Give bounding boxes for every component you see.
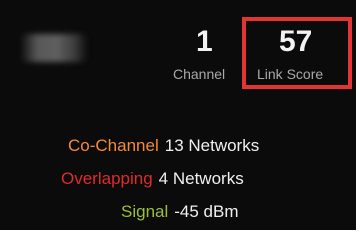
redacted-network-name <box>20 34 88 62</box>
metric-row-overlapping: Overlapping 4 Networks <box>61 169 244 189</box>
link-score-highlight <box>242 17 352 89</box>
channel-value: 1 <box>196 25 213 58</box>
metric-row-signal: Signal -45 dBm <box>121 202 239 222</box>
network-info-panel: 1 Channel 57 Link Score Co-Channel 13 Net… <box>0 0 360 230</box>
overlapping-value: 4 Networks <box>158 169 244 188</box>
co-channel-label: Co-Channel <box>68 136 159 155</box>
overlapping-label: Overlapping <box>61 169 153 188</box>
signal-label: Signal <box>121 202 169 221</box>
channel-label: Channel <box>173 66 226 82</box>
signal-value: -45 dBm <box>174 202 239 221</box>
co-channel-value: 13 Networks <box>164 136 260 155</box>
metric-row-co-channel: Co-Channel 13 Networks <box>68 136 259 156</box>
